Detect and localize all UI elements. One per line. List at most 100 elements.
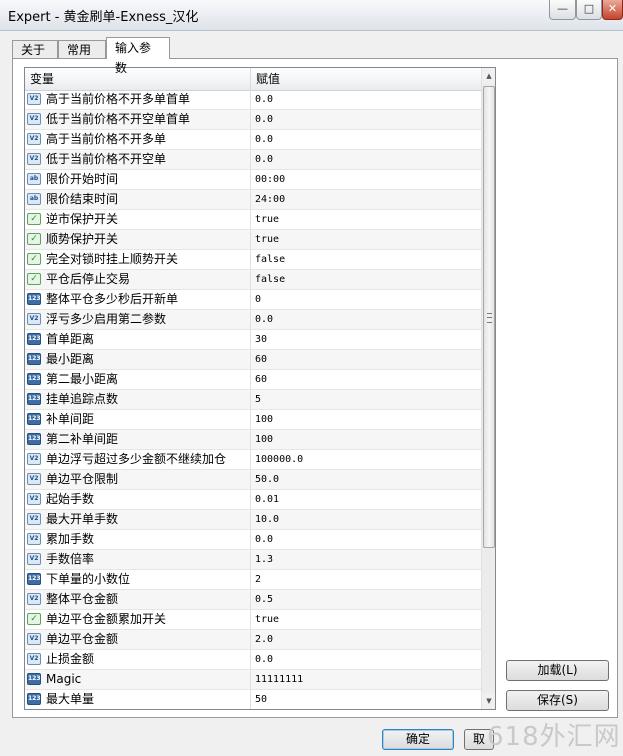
parameter-value[interactable]: 11111111: [255, 673, 303, 687]
parameters-grid[interactable]: 变量 赋值 V2 高于当前价格不开多单首单 0.0 V2 低于当前价格不开空单首单 0.0…: [24, 67, 496, 710]
column-header-value[interactable]: 赋值: [251, 68, 481, 90]
parameter-row[interactable]: 123 整体平仓多少秒后开新单 0: [25, 290, 481, 310]
parameter-value[interactable]: 60: [255, 373, 267, 387]
parameter-row[interactable]: 123 补单间距 100: [25, 410, 481, 430]
parameter-row[interactable]: 123 第二最小距离 60: [25, 370, 481, 390]
parameter-row[interactable]: V2 手数倍率 1.3: [25, 550, 481, 570]
parameter-row[interactable]: V2 高于当前价格不开多单 0.0: [25, 130, 481, 150]
parameter-row[interactable]: V2 浮亏多少启用第二参数 0.0: [25, 310, 481, 330]
parameter-row[interactable]: V2 整体平仓金额 0.5: [25, 590, 481, 610]
integer-type-icon: 123: [27, 393, 41, 405]
parameter-row[interactable]: ✓ 顺势保护开关 true: [25, 230, 481, 250]
parameter-row[interactable]: ✓ 完全对锁时挂上顺势开关 false: [25, 250, 481, 270]
parameter-row[interactable]: V2 止损金额 0.0: [25, 650, 481, 670]
parameter-row[interactable]: 123 第二补单间距 100: [25, 430, 481, 450]
parameter-row[interactable]: 123 Magic 11111111: [25, 670, 481, 690]
parameter-value[interactable]: 30: [255, 333, 267, 347]
parameter-value[interactable]: 100000.0: [255, 453, 303, 467]
tab-common[interactable]: 常用: [58, 40, 106, 58]
parameter-row[interactable]: V2 低于当前价格不开空单首单 0.0: [25, 110, 481, 130]
column-header-variable[interactable]: 变量: [25, 68, 251, 90]
parameter-row[interactable]: V2 低于当前价格不开空单 0.0: [25, 150, 481, 170]
parameter-value[interactable]: true: [255, 233, 279, 247]
parameter-value[interactable]: false: [255, 253, 285, 267]
integer-type-icon: 123: [27, 373, 41, 385]
ok-button[interactable]: 确定: [382, 729, 454, 750]
double-type-icon: V2: [27, 553, 41, 565]
parameter-value[interactable]: 0.0: [255, 153, 273, 167]
save-button[interactable]: 保存(S): [506, 690, 609, 711]
parameter-value[interactable]: false: [255, 273, 285, 287]
parameter-value[interactable]: 5: [255, 393, 261, 407]
parameter-name: 手数倍率: [46, 552, 95, 566]
parameter-row[interactable]: 123 挂单追踪点数 5: [25, 390, 481, 410]
parameter-value[interactable]: 0.0: [255, 93, 273, 107]
title-bar[interactable]: Expert - 黄金刷单-Exness_汉化 — □ ✕: [0, 0, 623, 31]
parameter-row[interactable]: 123 首单距离 30: [25, 330, 481, 350]
parameter-value[interactable]: 10.0: [255, 513, 279, 527]
parameter-value[interactable]: true: [255, 213, 279, 227]
parameter-row[interactable]: ✓ 单边平仓金额累加开关 true: [25, 610, 481, 630]
parameter-row[interactable]: V2 累加手数 0.0: [25, 530, 481, 550]
parameter-value[interactable]: 0.01: [255, 493, 279, 507]
parameter-name-cell: ✓ 顺势保护开关: [25, 230, 251, 249]
parameter-value[interactable]: 0.0: [255, 313, 273, 327]
parameter-value[interactable]: true: [255, 613, 279, 627]
parameter-row[interactable]: 123 下单量的小数位 2: [25, 570, 481, 590]
parameter-name-cell: V2 累加手数: [25, 530, 251, 549]
parameter-row[interactable]: V2 单边平仓限制 50.0: [25, 470, 481, 490]
parameter-value[interactable]: 0.0: [255, 133, 273, 147]
parameter-value[interactable]: 2.0: [255, 633, 273, 647]
double-type-icon: V2: [27, 533, 41, 545]
parameter-rows: V2 高于当前价格不开多单首单 0.0 V2 低于当前价格不开空单首单 0.0 V2 高于当前…: [25, 90, 481, 709]
vertical-scrollbar[interactable]: ▲ ▼: [481, 68, 495, 709]
parameter-name: 平仓后停止交易: [46, 272, 131, 286]
parameter-value[interactable]: 50: [255, 693, 267, 707]
double-type-icon: V2: [27, 313, 41, 325]
parameter-name-cell: V2 手数倍率: [25, 550, 251, 569]
parameter-value[interactable]: 0.0: [255, 533, 273, 547]
parameter-value[interactable]: 60: [255, 353, 267, 367]
parameter-value[interactable]: 100: [255, 413, 273, 427]
parameter-row[interactable]: ab 限价结束时间 24:00: [25, 190, 481, 210]
parameter-name: 最大单量: [46, 692, 95, 706]
parameter-name-cell: ab 限价结束时间: [25, 190, 251, 209]
parameter-row[interactable]: ✓ 逆市保护开关 true: [25, 210, 481, 230]
parameter-row[interactable]: V2 单边浮亏超过多少金额不继续加仓 100000.0: [25, 450, 481, 470]
parameter-row[interactable]: V2 单边平仓金额 2.0: [25, 630, 481, 650]
parameter-value[interactable]: 100: [255, 433, 273, 447]
parameter-name: 低于当前价格不开空单首单: [46, 112, 191, 126]
parameter-row[interactable]: V2 最大开单手数 10.0: [25, 510, 481, 530]
parameter-value[interactable]: 24:00: [255, 193, 285, 207]
parameter-row[interactable]: ab 限价开始时间 00:00: [25, 170, 481, 190]
parameter-row[interactable]: ✓ 平仓后停止交易 false: [25, 270, 481, 290]
parameter-name-cell: 123 Magic: [25, 670, 251, 689]
parameter-row[interactable]: 123 最大单量 50: [25, 690, 481, 709]
parameter-value[interactable]: 00:00: [255, 173, 285, 187]
integer-type-icon: 123: [27, 293, 41, 305]
parameter-name-cell: 123 第二补单间距: [25, 430, 251, 449]
parameter-value[interactable]: 0.5: [255, 593, 273, 607]
parameter-value[interactable]: 2: [255, 573, 261, 587]
parameter-value[interactable]: 0: [255, 293, 261, 307]
parameter-value[interactable]: 1.3: [255, 553, 273, 567]
parameter-row[interactable]: V2 起始手数 0.01: [25, 490, 481, 510]
parameter-value[interactable]: 0.0: [255, 113, 273, 127]
parameter-name-cell: ab 限价开始时间: [25, 170, 251, 189]
scroll-down-button[interactable]: ▼: [482, 693, 495, 709]
scroll-thumb[interactable]: [483, 86, 495, 548]
parameter-value[interactable]: 50.0: [255, 473, 279, 487]
minimize-button[interactable]: —: [549, 0, 576, 20]
tab-about[interactable]: 关于: [12, 40, 58, 58]
tab-inputs[interactable]: 输入参数: [106, 37, 170, 75]
maximize-button[interactable]: □: [576, 0, 602, 20]
parameter-name: Magic: [46, 672, 82, 686]
parameter-name: 限价开始时间: [46, 172, 119, 186]
close-button[interactable]: ✕: [602, 0, 623, 20]
parameter-row[interactable]: V2 高于当前价格不开多单首单 0.0: [25, 90, 481, 110]
parameter-value[interactable]: 0.0: [255, 653, 273, 667]
load-button[interactable]: 加载(L): [506, 660, 609, 681]
double-type-icon: V2: [27, 93, 41, 105]
parameter-row[interactable]: 123 最小距离 60: [25, 350, 481, 370]
scroll-up-button[interactable]: ▲: [482, 68, 495, 84]
